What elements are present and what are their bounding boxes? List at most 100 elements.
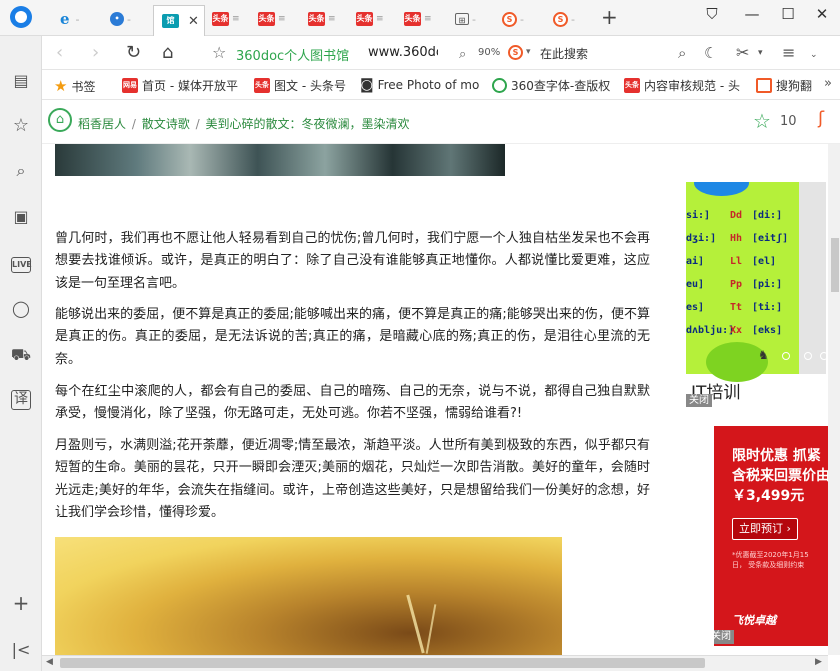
360doc-icon: 馆 [162,14,179,28]
reader-card-icon[interactable]: ▤ [9,70,33,92]
search-icon[interactable]: ⌕ [9,160,33,182]
left-sidebar: ▤ ☆ ⌕ ▣ LIVE ◯ ⛟ 译 + |< [0,36,42,671]
tab-baidu[interactable]: • - [110,6,148,32]
carousel-dot[interactable] [820,352,826,360]
carousel-dot[interactable] [804,352,812,360]
translate-icon[interactable]: 译 [11,390,31,410]
toutiao-icon: 头条 [308,12,325,26]
scroll-right-arrow[interactable]: ▶ [815,657,822,667]
forward-icon[interactable]: › [92,42,99,64]
sogou-icon: S [553,11,568,27]
tab-toutiao-3[interactable]: 头条 ≡ [308,6,348,32]
chevron-down-icon[interactable]: ⌄ [810,50,818,60]
scroll-left-arrow[interactable]: ◀ [46,657,53,667]
refresh-icon[interactable]: ↻ [126,42,141,64]
toutiao-icon: 头条 [356,12,373,26]
figure-icon: ♞ [758,348,769,362]
share-icon[interactable]: ʃ [818,108,824,129]
add-icon[interactable]: + [9,592,33,614]
new-tab-button[interactable]: + [601,6,618,28]
breadcrumb-item[interactable]: 散文诗歌 [142,117,190,131]
address-url[interactable]: www.360doc [368,45,438,60]
carousel-dot[interactable] [782,352,790,360]
bookmarks-overflow-icon[interactable]: » [824,76,832,91]
tab-360doc[interactable]: 馆 ✕ [153,5,205,36]
close-icon[interactable]: ✕ [188,14,199,29]
tab-toutiao-2[interactable]: 头条 ≡ [258,6,298,32]
collapse-sidebar-icon[interactable]: |< [9,639,33,661]
cart-icon[interactable]: ⛟ [9,344,33,366]
toutiao-icon: 头条 [258,12,275,26]
search-icon[interactable]: ⌕ [678,42,686,64]
ad-title: 限时优惠 抓紧含税来回票价由￥3,499元 [732,448,828,504]
ad-it-training[interactable]: si:] Dd [di:] dʒi:] Hh [eitʃ] ai] Ll [el… [686,182,826,407]
bookmark-star-icon[interactable]: ☆ [212,42,226,64]
maximize-button[interactable]: ☐ [776,4,800,24]
minimize-button[interactable]: — [740,4,764,24]
close-window-button[interactable]: ✕ [810,4,834,24]
chevron-down-icon[interactable]: ▾ [758,48,763,58]
ad-brand: 飞悦卓越 [732,614,776,627]
live-icon[interactable]: LIVE [11,257,32,273]
horizontal-scroll-thumb[interactable] [60,658,705,668]
article-image-top [55,144,505,176]
article-paragraph: 能够说出来的委屈，便不算是真正的委屈;能够喊出来的痛，便不算是真正的痛;能够哭出… [55,307,650,367]
bookmark-item[interactable]: 360查字体-查版权 [492,77,612,94]
breadcrumb-item[interactable]: 稻香居人 [78,117,126,131]
zoom-icon[interactable]: ⌕ [459,44,466,66]
vertical-scroll-thumb[interactable] [831,238,839,292]
breadcrumb-bar: ⌂ 稻香居人 / 散文诗歌 / 美到心碎的散文：冬夜微澜，墨染清欢 ☆ 10 ʃ [42,100,840,144]
zoom-level[interactable]: 90% [478,47,500,58]
bookmark-item[interactable]: 头条 内容审核规范 - 头 [624,77,744,94]
address-site-name[interactable]: 360doc个人图书馆 [236,45,349,64]
bookmark-item[interactable]: 网易 首页 - 媒体开放平 [122,77,240,94]
breadcrumb: 稻香居人 / 散文诗歌 / 美到心碎的散文：冬夜微澜，墨染清欢 [78,117,410,131]
home-icon[interactable]: ⌂ [48,108,72,132]
bookmark-item[interactable]: ◙ Free Photo of mo [360,77,482,93]
scissors-icon[interactable]: ✂ [736,42,749,64]
search-input[interactable]: 在此搜索 [540,45,588,62]
bookmark-item[interactable]: 头条 图文 - 头条号 [254,77,362,94]
tab-toutiao-1[interactable]: 头条 ≡ [212,6,252,32]
favorite-count: 10 [780,114,797,129]
360-icon [492,78,507,93]
baidu-paw-icon: • [110,12,124,26]
bookmark-folder[interactable]: ★ 书签 [54,77,95,95]
tab-toutiao-4[interactable]: 头条 ≡ [356,6,396,32]
article-paragraph: 曾几何时，我们再也不愿让他人轻易看到自己的忧伤;曾几何时，我们宁愿一个人独自枯坐… [55,231,650,291]
book-now-button[interactable]: 立即预订 › [732,518,798,540]
home-icon[interactable]: ⌂ [162,42,173,64]
tab-toutiao-5[interactable]: 头条 ≡ [404,6,444,32]
sogou-search-icon[interactable]: S [508,45,523,60]
camera-icon: ◙ [360,77,374,93]
tab-sogou-2[interactable]: S - [553,6,593,32]
ad-flight-promo[interactable]: 限时优惠 抓紧含税来回票价由￥3,499元 立即预订 › *优惠截至2020年1… [714,426,828,646]
sogou-icon: S [756,78,772,93]
shirt-skin-icon[interactable]: ⛉ [700,4,724,24]
navigation-toolbar: ‹ › ↻ ⌂ ☆ 360doc个人图书馆 www.360doc ⌕ 90% S… [42,36,840,70]
tab-sogou-1[interactable]: S - [502,6,542,32]
ad-close-button[interactable]: 关闭 [686,394,712,407]
dark-mode-icon[interactable]: ☾ [704,42,717,64]
toutiao-icon: 头条 [624,78,640,93]
chat-icon[interactable]: ◯ [9,298,33,320]
star-icon[interactable]: ☆ [9,115,33,137]
video-icon[interactable]: ▣ [9,206,33,228]
netease-icon: 网易 [122,78,138,93]
tab-ie[interactable]: e - [60,6,98,32]
tab-grid[interactable]: ⊞ - [455,6,495,32]
article-paragraph: 月盈则亏，水满则溢;花开荼蘼，便近凋零;情至最浓，渐趋平淡。人世所有美到极致的东… [55,438,650,520]
ie-icon: e [60,10,70,28]
vertical-scrollbar[interactable] [828,144,840,655]
ad-close-button[interactable]: 关闭 [714,630,734,644]
toutiao-icon: 头条 [254,78,270,93]
star-icon: ★ [54,77,68,95]
favorite-star-icon[interactable]: ☆ [753,109,771,133]
grid-icon: ⊞ [455,13,469,25]
back-icon[interactable]: ‹ [56,42,63,64]
bookmarks-bar: ★ 书签 网易 首页 - 媒体开放平 头条 图文 - 头条号 ◙ Free Ph… [42,70,840,100]
ad-image[interactable]: si:] Dd [di:] dʒi:] Hh [eitʃ] ai] Ll [el… [686,182,799,382]
toutiao-icon: 头条 [404,12,421,26]
breadcrumb-item[interactable]: 美到心碎的散文：冬夜微澜，墨染清欢 [205,117,409,131]
menu-icon[interactable]: ≡ [782,42,795,64]
